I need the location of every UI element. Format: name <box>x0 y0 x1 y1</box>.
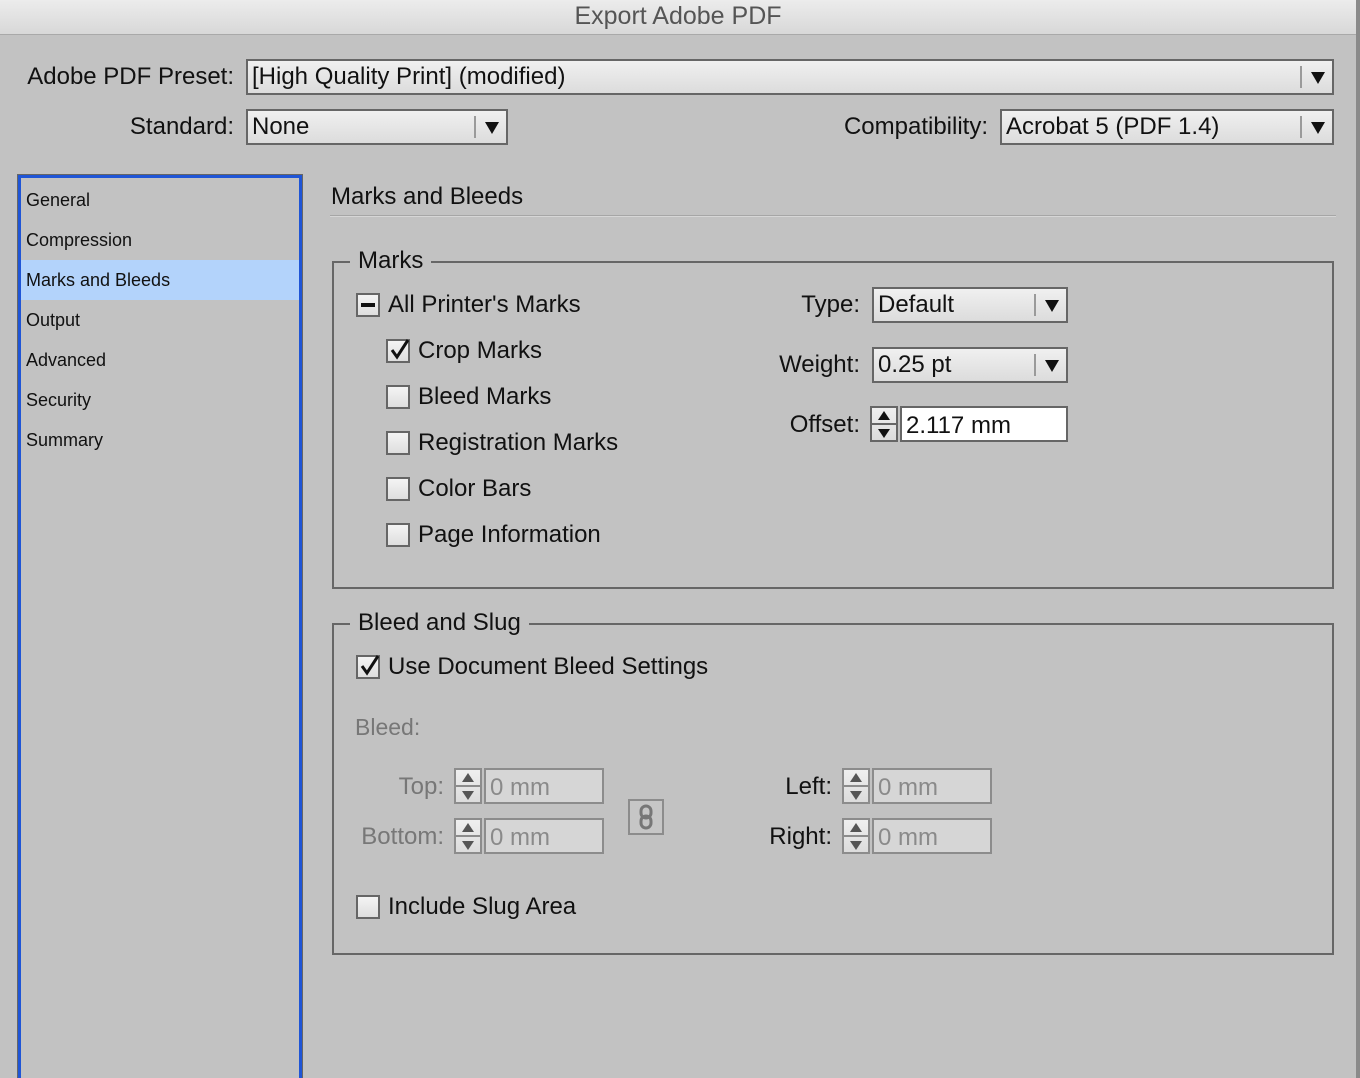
color-bars-label: Color Bars <box>418 475 532 502</box>
chevron-down-icon <box>1045 360 1059 372</box>
top-bleed-input[interactable]: 0 mm <box>484 768 604 804</box>
checkmark-icon <box>360 655 380 676</box>
page-information-label: Page Information <box>418 521 601 548</box>
dropdown-separator <box>1034 354 1036 376</box>
chevron-down-icon <box>1045 300 1059 312</box>
all-printers-marks-label: All Printer's Marks <box>388 291 581 318</box>
use-document-bleed-label: Use Document Bleed Settings <box>388 653 709 680</box>
offset-stepper[interactable] <box>870 406 898 442</box>
page-information-checkbox[interactable] <box>386 523 410 547</box>
compatibility-label: Compatibility: <box>843 113 988 140</box>
weight-label: Weight: <box>779 351 860 378</box>
type-value: Default <box>878 291 955 318</box>
dropdown-separator <box>1034 294 1036 316</box>
left-label: Left: <box>785 773 832 800</box>
sidebar-item-output[interactable]: Output <box>21 300 299 340</box>
compatibility-value: Acrobat 5 (PDF 1.4) <box>1006 113 1220 140</box>
right-bleed-input[interactable]: 0 mm <box>872 818 992 854</box>
crop-marks-label: Crop Marks <box>418 337 543 364</box>
right-stepper[interactable] <box>842 818 870 854</box>
color-bars-checkbox[interactable] <box>386 477 410 501</box>
offset-label: Offset: <box>789 411 860 438</box>
arrow-down-icon[interactable] <box>850 791 862 800</box>
bottom-bleed-input[interactable]: 0 mm <box>484 818 604 854</box>
include-slug-label: Include Slug Area <box>388 893 577 920</box>
sidebar-item-compression[interactable]: Compression <box>21 220 299 260</box>
offset-input[interactable]: 2.117 mm <box>900 406 1068 442</box>
top-label: Top: <box>398 773 444 800</box>
bleed-label: Bleed: <box>355 714 421 740</box>
sidebar-item-general[interactable]: General <box>21 180 299 220</box>
bleed-marks-checkbox[interactable] <box>386 385 410 409</box>
chain-link-icon <box>639 804 653 830</box>
bottom-label: Bottom: <box>361 823 444 850</box>
window-title: Export Adobe PDF <box>574 2 782 30</box>
standard-label: Standard: <box>129 113 234 140</box>
checkmark-icon <box>390 339 410 360</box>
link-bleed-button[interactable] <box>628 799 664 835</box>
bottom-stepper[interactable] <box>454 818 482 854</box>
arrow-up-icon[interactable] <box>462 823 474 832</box>
standard-value: None <box>252 113 310 140</box>
sidebar-item-summary[interactable]: Summary <box>21 420 299 460</box>
window-titlebar: Export Adobe PDF <box>0 0 1356 35</box>
left-stepper[interactable] <box>842 768 870 804</box>
mixed-state-icon <box>361 303 375 307</box>
arrow-up-icon[interactable] <box>878 411 890 420</box>
arrow-down-icon[interactable] <box>850 841 862 850</box>
use-document-bleed-checkbox[interactable] <box>356 655 380 679</box>
type-label: Type: <box>801 291 860 318</box>
registration-marks-label: Registration Marks <box>418 429 619 456</box>
arrow-down-icon[interactable] <box>462 841 474 850</box>
left-bleed-input[interactable]: 0 mm <box>872 768 992 804</box>
bleed-slug-legend: Bleed and Slug <box>350 609 529 637</box>
sidebar-item-advanced[interactable]: Advanced <box>21 340 299 380</box>
arrow-down-icon[interactable] <box>462 791 474 800</box>
registration-marks-checkbox[interactable] <box>386 431 410 455</box>
top-stepper[interactable] <box>454 768 482 804</box>
sidebar-item-marks-and-bleeds[interactable]: Marks and Bleeds <box>21 260 299 300</box>
window-edge <box>1356 0 1360 1078</box>
type-dropdown[interactable]: Default <box>872 287 1068 323</box>
chevron-down-icon <box>1311 122 1325 134</box>
dropdown-separator <box>1300 116 1302 138</box>
section-title: Marks and Bleeds <box>331 183 524 210</box>
bleed-marks-label: Bleed Marks <box>418 383 552 410</box>
preset-label: Adobe PDF Preset: <box>27 63 234 90</box>
dropdown-separator <box>474 116 476 138</box>
right-label: Right: <box>769 823 832 850</box>
chevron-down-icon <box>1311 72 1325 84</box>
preset-dropdown[interactable]: [High Quality Print] (modified) <box>246 59 1334 95</box>
crop-marks-checkbox[interactable] <box>386 339 410 363</box>
marks-legend: Marks <box>350 247 432 275</box>
weight-dropdown[interactable]: 0.25 pt <box>872 347 1068 383</box>
all-printers-marks-checkbox[interactable] <box>356 293 380 317</box>
section-divider <box>330 215 1336 217</box>
arrow-up-icon[interactable] <box>462 773 474 782</box>
include-slug-checkbox[interactable] <box>356 895 380 919</box>
dropdown-separator <box>1300 66 1302 88</box>
chevron-down-icon <box>485 122 499 134</box>
arrow-up-icon[interactable] <box>850 773 862 782</box>
sidebar-nav: General Compression Marks and Bleeds Out… <box>17 174 303 1078</box>
arrow-down-icon[interactable] <box>878 429 890 438</box>
sidebar-item-security[interactable]: Security <box>21 380 299 420</box>
preset-value: [High Quality Print] (modified) <box>252 63 566 90</box>
standard-dropdown[interactable]: None <box>246 109 508 145</box>
arrow-up-icon[interactable] <box>850 823 862 832</box>
compatibility-dropdown[interactable]: Acrobat 5 (PDF 1.4) <box>1000 109 1334 145</box>
weight-value: 0.25 pt <box>878 351 952 378</box>
